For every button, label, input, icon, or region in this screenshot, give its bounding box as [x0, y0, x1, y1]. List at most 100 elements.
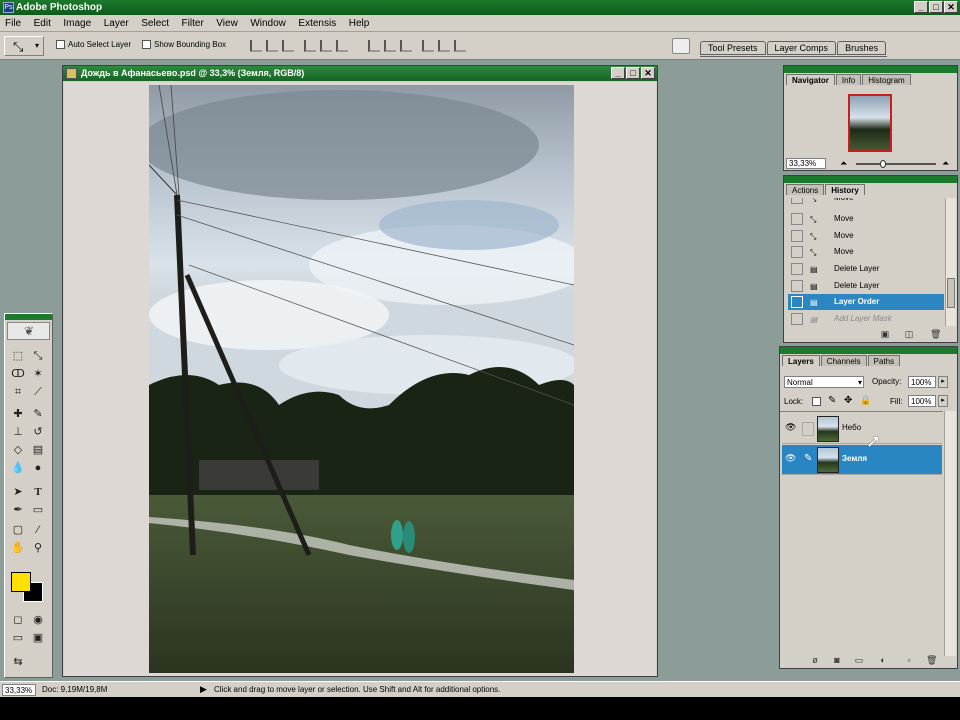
- lock-all-icon[interactable]: 🔒: [860, 395, 871, 406]
- distribute-right-icon[interactable]: [454, 40, 466, 52]
- tab-navigator[interactable]: Navigator: [786, 74, 835, 85]
- lasso-tool-icon[interactable]: ↀ: [9, 366, 27, 382]
- tab-actions[interactable]: Actions: [786, 184, 825, 195]
- lock-paint-icon[interactable]: ✎: [828, 395, 836, 406]
- quick-mask-on-icon[interactable]: ◉: [29, 612, 47, 628]
- fill-arrow-icon[interactable]: ▸: [938, 395, 948, 407]
- tab-info[interactable]: Info: [835, 74, 862, 85]
- doc-close-button[interactable]: ✕: [641, 67, 655, 79]
- history-item[interactable]: ▤ Add Layer Mask: [788, 311, 944, 326]
- history-item[interactable]: ⤡Move: [788, 198, 944, 206]
- menu-select[interactable]: Select: [136, 15, 174, 32]
- layer-style-icon[interactable]: ø: [810, 655, 820, 665]
- eraser-tool-icon[interactable]: ◇: [9, 442, 27, 458]
- menu-window[interactable]: Window: [245, 15, 291, 32]
- history-item[interactable]: ⤡Move: [788, 244, 944, 260]
- tab-layers[interactable]: Layers: [782, 355, 820, 366]
- distribute-top-icon[interactable]: [368, 40, 380, 52]
- layer-row-selected[interactable]: 👁 ✎ Земля: [782, 445, 942, 475]
- menu-view[interactable]: View: [211, 15, 243, 32]
- history-item[interactable]: ▤ Delete Layer: [788, 278, 944, 294]
- jump-to-imageready-icon[interactable]: ⇆: [9, 654, 27, 670]
- show-bounding-box-checkbox[interactable]: Show Bounding Box: [142, 40, 226, 50]
- close-button[interactable]: ✕: [944, 1, 958, 13]
- align-right-icon[interactable]: [336, 40, 348, 52]
- new-group-icon[interactable]: ▭: [854, 655, 864, 665]
- tab-channels[interactable]: Channels: [820, 355, 867, 366]
- path-selection-icon[interactable]: ➤: [9, 484, 27, 500]
- auto-select-layer-checkbox[interactable]: Auto Select Layer: [56, 40, 131, 50]
- layer-row[interactable]: 👁 Небо: [782, 414, 942, 444]
- history-item[interactable]: ▤ Delete Layer: [788, 261, 944, 277]
- new-snapshot-doc-icon[interactable]: ▣: [880, 329, 890, 339]
- history-item[interactable]: ⤡Move: [788, 228, 944, 244]
- align-top-icon[interactable]: [250, 40, 262, 52]
- eye-icon[interactable]: 👁: [785, 453, 796, 464]
- gradient-tool-icon[interactable]: ▤: [29, 442, 47, 458]
- eye-icon[interactable]: 👁: [785, 422, 796, 433]
- scrollbar-thumb[interactable]: [947, 278, 955, 308]
- menu-layer[interactable]: Layer: [99, 15, 134, 32]
- new-snapshot-icon[interactable]: ◫: [904, 329, 914, 339]
- lock-move-icon[interactable]: ✥: [844, 395, 852, 406]
- trash-icon[interactable]: 🗑: [926, 655, 937, 665]
- screen-mode-standard-icon[interactable]: ▭: [9, 630, 27, 646]
- type-tool-icon[interactable]: T: [29, 484, 47, 500]
- opacity-field[interactable]: 100%: [908, 376, 936, 388]
- zoom-tool-icon[interactable]: ⚲: [29, 540, 47, 556]
- quick-mask-off-icon[interactable]: ◻: [9, 612, 27, 628]
- menu-image[interactable]: Image: [58, 15, 96, 32]
- lock-transparency-icon[interactable]: [812, 397, 821, 406]
- menu-edit[interactable]: Edit: [29, 15, 56, 32]
- tab-tool-presets[interactable]: Tool Presets: [700, 41, 766, 55]
- align-left-icon[interactable]: [304, 40, 316, 52]
- canvas-area[interactable]: [64, 82, 656, 676]
- new-layer-icon[interactable]: ▫: [904, 655, 914, 665]
- history-item-selected[interactable]: ▤ Layer Order: [788, 294, 944, 310]
- document-title-bar[interactable]: Дождь в Афанасьево.psd @ 33,3% (Земля, R…: [63, 66, 657, 81]
- eyedropper-icon[interactable]: ⁄: [29, 522, 47, 538]
- distribute-left-icon[interactable]: [422, 40, 434, 52]
- slice-tool-icon[interactable]: ⟋: [29, 384, 47, 400]
- layers-scrollbar[interactable]: [944, 411, 956, 656]
- status-zoom-field[interactable]: 33,33%: [2, 684, 36, 696]
- tab-histogram[interactable]: Histogram: [862, 74, 911, 85]
- move-tool-icon[interactable]: ⤡: [29, 348, 47, 364]
- menu-extensis[interactable]: Extensis: [293, 15, 341, 32]
- menu-file[interactable]: File: [0, 15, 26, 32]
- menu-filter[interactable]: Filter: [177, 15, 209, 32]
- navigator-thumbnail[interactable]: [848, 94, 892, 152]
- document-image[interactable]: [149, 85, 574, 673]
- trash-icon[interactable]: 🗑: [930, 329, 941, 339]
- link-slot[interactable]: [802, 422, 814, 436]
- opacity-arrow-icon[interactable]: ▸: [938, 376, 948, 388]
- magic-wand-icon[interactable]: ✶: [29, 366, 47, 382]
- crop-tool-icon[interactable]: ⌗: [9, 384, 27, 400]
- tab-paths[interactable]: Paths: [867, 355, 901, 366]
- notes-tool-icon[interactable]: ▢: [9, 522, 27, 538]
- brush-tool-icon[interactable]: ✎: [29, 406, 47, 422]
- zoom-out-icon[interactable]: ⏶: [840, 158, 847, 169]
- blur-tool-icon[interactable]: 💧: [9, 460, 27, 476]
- pen-tool-icon[interactable]: ✒: [9, 502, 27, 518]
- maximize-button[interactable]: □: [929, 1, 943, 13]
- history-scrollbar[interactable]: [945, 198, 956, 326]
- hand-tool-icon[interactable]: ✋: [9, 540, 27, 556]
- zoom-slider[interactable]: [856, 163, 936, 165]
- history-brush-icon[interactable]: ↺: [29, 424, 47, 440]
- shape-tool-icon[interactable]: ▭: [29, 502, 47, 518]
- doc-minimize-button[interactable]: _: [611, 67, 625, 79]
- checkbox-box[interactable]: [142, 40, 151, 50]
- minimize-button[interactable]: _: [914, 1, 928, 13]
- tab-brushes[interactable]: Brushes: [837, 41, 887, 55]
- doc-maximize-button[interactable]: □: [626, 67, 640, 79]
- fill-field[interactable]: 100%: [908, 395, 936, 407]
- zoom-in-icon[interactable]: ⏶: [942, 158, 949, 169]
- status-arrow-icon[interactable]: ▶: [200, 684, 207, 695]
- add-mask-icon[interactable]: ◙: [832, 655, 842, 665]
- align-bottom-icon[interactable]: [282, 40, 294, 52]
- clone-stamp-icon[interactable]: ⊥: [9, 424, 27, 440]
- tool-preset-picker[interactable]: ⤡ ▾: [4, 36, 44, 56]
- distribute-vcenter-icon[interactable]: [384, 40, 396, 52]
- history-item[interactable]: ⤡Move: [788, 211, 944, 227]
